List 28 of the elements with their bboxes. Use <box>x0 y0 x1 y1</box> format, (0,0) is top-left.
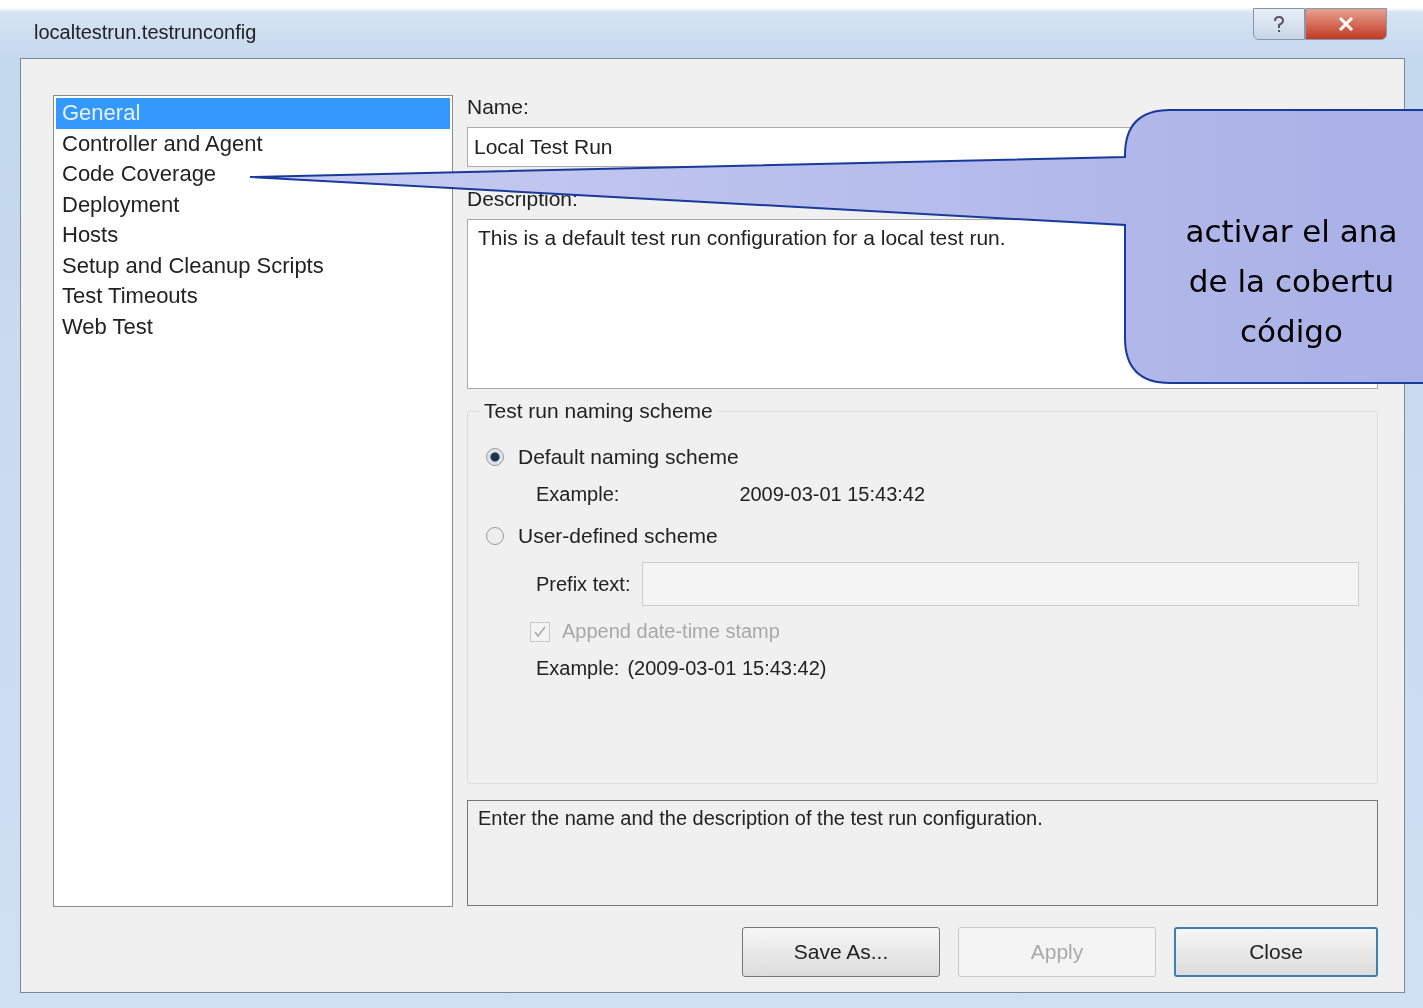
check-icon <box>533 624 547 639</box>
prefix-label: Prefix text: <box>536 572 631 596</box>
field-label: Description: <box>467 187 579 212</box>
help-button[interactable] <box>1253 8 1305 40</box>
help-icon <box>1272 15 1286 33</box>
example-label: Example: <box>536 483 620 506</box>
prefix-field[interactable] <box>642 562 1359 606</box>
close-button[interactable] <box>1305 8 1387 40</box>
example-value: 2009-03-01 15:43:42 <box>739 483 926 506</box>
example-value: (2009-03-01 15:43:42) <box>627 657 827 680</box>
group-legend: Test run naming scheme <box>480 399 717 423</box>
dialog-button[interactable]: Save As... <box>742 927 940 977</box>
category-item[interactable]: Controller and Agent <box>56 128 450 159</box>
dialog-button[interactable]: Close <box>1174 927 1378 977</box>
category-item[interactable]: Test Timeouts <box>56 281 450 312</box>
help-text: Enter the name and the description of the test run configuration. <box>478 807 1043 829</box>
window-title: localtestrun.testrunconfig <box>34 20 257 44</box>
category-item[interactable]: Hosts <box>56 220 450 251</box>
field-label: Name: <box>467 95 530 120</box>
category-item[interactable]: Setup and Cleanup Scripts <box>56 250 450 281</box>
close-icon <box>1338 17 1354 31</box>
example-label: Example: <box>536 657 620 680</box>
radio-label[interactable]: Default naming scheme <box>518 445 739 469</box>
category-item[interactable]: Web Test <box>56 311 450 342</box>
radio-button[interactable] <box>486 448 504 466</box>
radio-label[interactable]: User-defined scheme <box>518 524 718 548</box>
category-item[interactable]: Deployment <box>56 189 450 220</box>
radio-button[interactable] <box>486 527 504 545</box>
